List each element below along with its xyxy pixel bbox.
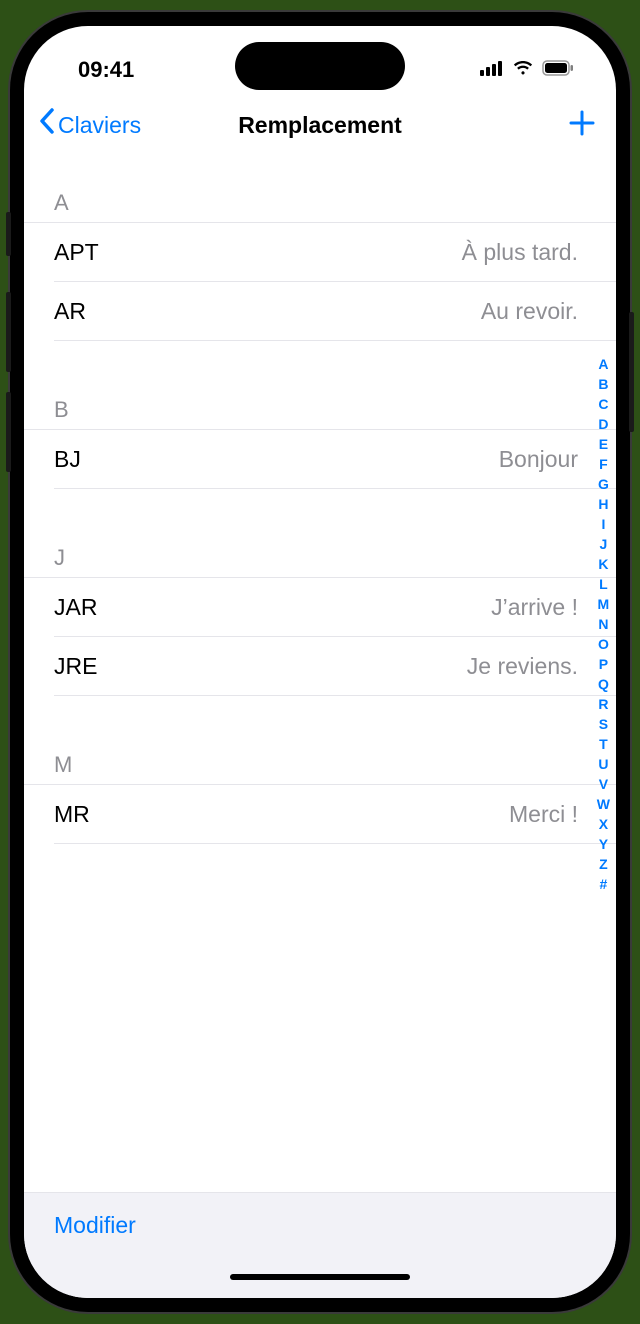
- power-button: [629, 312, 634, 432]
- phrase-text: Bonjour: [499, 446, 578, 473]
- wifi-icon: [512, 60, 534, 81]
- shortcut-text: BJ: [54, 446, 81, 473]
- index-letter[interactable]: C: [598, 394, 608, 414]
- back-label: Claviers: [58, 112, 141, 139]
- index-letter[interactable]: Y: [599, 834, 608, 854]
- shortcut-text: JRE: [54, 653, 97, 680]
- section-header: B: [24, 389, 616, 430]
- section-header: J: [24, 537, 616, 578]
- list-item[interactable]: AR Au revoir.: [24, 282, 616, 341]
- index-letter[interactable]: W: [597, 794, 610, 814]
- screen: 09:41 Claviers Remplacement: [24, 26, 616, 1298]
- plus-icon: [568, 104, 596, 145]
- section-gap: [24, 489, 616, 537]
- silent-switch: [6, 212, 11, 256]
- list-item[interactable]: JAR J’arrive !: [24, 578, 616, 637]
- list-item[interactable]: JRE Je reviens.: [24, 637, 616, 696]
- phrase-text: À plus tard.: [462, 239, 578, 266]
- phrase-text: Merci !: [509, 801, 578, 828]
- index-letter[interactable]: N: [598, 614, 608, 634]
- list-item[interactable]: APT À plus tard.: [24, 223, 616, 282]
- toolbar: Modifier: [24, 1192, 616, 1258]
- section-index[interactable]: ABCDEFGHIJKLMNOPQRSTUVWXYZ#: [597, 354, 610, 894]
- index-letter[interactable]: H: [598, 494, 608, 514]
- index-letter[interactable]: O: [598, 634, 609, 654]
- phrase-text: Au revoir.: [481, 298, 578, 325]
- index-letter[interactable]: I: [601, 514, 605, 534]
- shortcut-text: JAR: [54, 594, 97, 621]
- section-gap: [24, 341, 616, 389]
- phrase-text: J’arrive !: [491, 594, 578, 621]
- phrase-text: Je reviens.: [467, 653, 578, 680]
- index-letter[interactable]: T: [599, 734, 608, 754]
- index-letter[interactable]: K: [598, 554, 608, 574]
- index-letter[interactable]: P: [599, 654, 608, 674]
- index-letter[interactable]: R: [598, 694, 608, 714]
- index-letter[interactable]: J: [599, 534, 607, 554]
- index-letter[interactable]: D: [598, 414, 608, 434]
- add-button[interactable]: [568, 107, 596, 143]
- list-item[interactable]: BJ Bonjour: [24, 430, 616, 489]
- index-letter[interactable]: B: [598, 374, 608, 394]
- index-letter[interactable]: F: [599, 454, 608, 474]
- shortcut-text: AR: [54, 298, 86, 325]
- cellular-icon: [480, 60, 504, 81]
- index-letter[interactable]: E: [599, 434, 608, 454]
- volume-up-button: [6, 292, 11, 372]
- section-header: A: [24, 182, 616, 223]
- section-gap: [24, 696, 616, 744]
- index-letter[interactable]: X: [599, 814, 608, 834]
- nav-bar: Claviers Remplacement: [24, 96, 616, 154]
- index-letter[interactable]: V: [599, 774, 608, 794]
- replacement-list[interactable]: AAPTÀ plus tard.ARAu revoir.BBJBonjourJJ…: [24, 154, 616, 844]
- index-letter[interactable]: L: [599, 574, 608, 594]
- index-letter[interactable]: U: [598, 754, 608, 774]
- shortcut-text: MR: [54, 801, 90, 828]
- index-letter[interactable]: M: [598, 594, 610, 614]
- volume-down-button: [6, 392, 11, 472]
- home-indicator-area: [24, 1258, 616, 1298]
- index-letter[interactable]: S: [599, 714, 608, 734]
- battery-icon: [542, 60, 574, 81]
- content-area: AAPTÀ plus tard.ARAu revoir.BBJBonjourJJ…: [24, 154, 616, 1192]
- index-letter[interactable]: #: [599, 874, 607, 894]
- index-letter[interactable]: Z: [599, 854, 608, 874]
- shortcut-text: APT: [54, 239, 99, 266]
- phone-frame: 09:41 Claviers Remplacement: [10, 12, 630, 1312]
- list-item[interactable]: MR Merci !: [24, 785, 616, 844]
- index-letter[interactable]: G: [598, 474, 609, 494]
- dynamic-island: [235, 42, 405, 90]
- chevron-left-icon: [38, 107, 56, 143]
- page-title: Remplacement: [238, 112, 402, 139]
- section-header: M: [24, 744, 616, 785]
- edit-button[interactable]: Modifier: [54, 1212, 136, 1239]
- index-letter[interactable]: Q: [598, 674, 609, 694]
- status-time: 09:41: [78, 57, 134, 83]
- home-indicator[interactable]: [230, 1274, 410, 1280]
- status-icons: [480, 60, 574, 81]
- index-letter[interactable]: A: [598, 354, 608, 374]
- back-button[interactable]: Claviers: [38, 107, 141, 143]
